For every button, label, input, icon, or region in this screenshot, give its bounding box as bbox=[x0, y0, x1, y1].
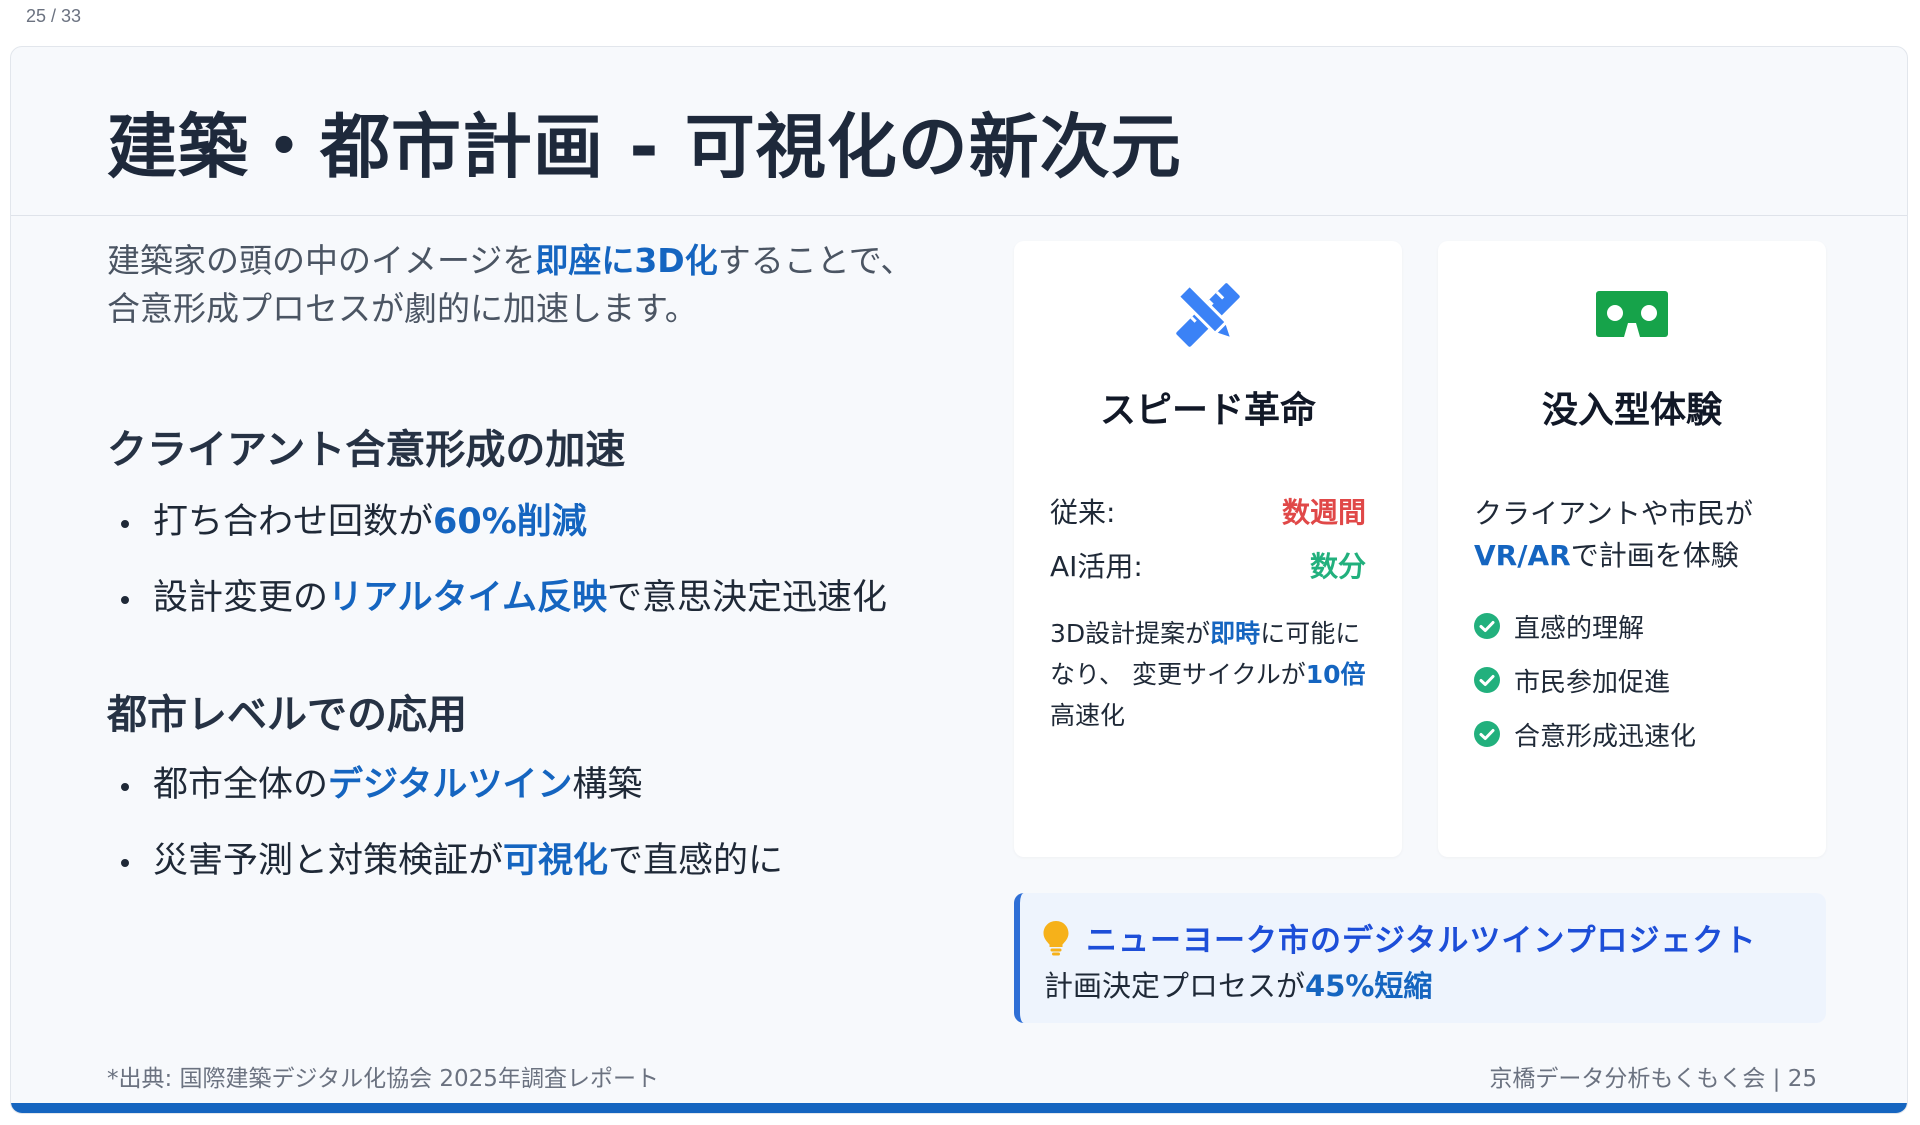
card-speed-desc: 3D設計提案が即時に可能になり、 変更サイクルが10倍高速化 bbox=[1050, 613, 1366, 736]
check-label: 合意形成迅速化 bbox=[1514, 721, 1697, 752]
callout-box: ニューヨーク市のデジタルツインプロジェクト 計画決定プロセスが45%短縮 bbox=[1014, 893, 1826, 1023]
bullet-item: 打ち合わせ回数が60%削減 bbox=[107, 499, 927, 575]
check-label: 市民参加促進 bbox=[1514, 667, 1671, 698]
kv-row-conventional: 従来: 数週間 bbox=[1050, 493, 1366, 533]
check-circle-icon bbox=[1474, 667, 1500, 693]
kv-label: AI活用: bbox=[1050, 550, 1143, 583]
callout-body: 計画決定プロセスが45%短縮 bbox=[1044, 963, 1432, 1005]
bullet-before: 打ち合わせ回数が bbox=[153, 502, 434, 542]
footer-source: *出典: 国際建築デジタル化協会 2025年調査レポート bbox=[107, 1066, 659, 1092]
pencil-ruler-icon bbox=[1176, 283, 1240, 347]
text-highlight: VR/AR bbox=[1474, 539, 1571, 572]
card-immersive-text: クライアントや市民が VR/ARで計画を体験 bbox=[1474, 493, 1796, 577]
bullet-highlight: 60%削減 bbox=[433, 502, 587, 542]
check-circle-icon bbox=[1474, 721, 1500, 747]
text-part: で計画を体験 bbox=[1570, 539, 1739, 572]
bullet-highlight: デジタルツイン bbox=[328, 765, 573, 805]
intro-highlight: 即座に3D化 bbox=[535, 241, 718, 280]
check-item: 市民参加促進 bbox=[1474, 653, 1696, 707]
slide-header: 建築・都市計画 - 可視化の新次元 bbox=[11, 47, 1907, 216]
kv-value: 数週間 bbox=[1281, 496, 1366, 529]
bullet-before: 災害予測と対策検証が bbox=[153, 841, 504, 881]
bullet-item: 設計変更のリアルタイム反映で意思決定迅速化 bbox=[107, 575, 927, 651]
lightbulb-icon bbox=[1043, 920, 1069, 955]
slide-title: 建築・都市計画 - 可視化の新次元 bbox=[107, 106, 1182, 188]
bullet-list-client: 打ち合わせ回数が60%削減 設計変更のリアルタイム反映で意思決定迅速化 bbox=[107, 499, 927, 651]
bullet-highlight: リアルタイム反映 bbox=[328, 578, 607, 618]
card-speed: スピード革命 従来: 数週間 AI活用: 数分 3D設計提案が即時に可能になり、… bbox=[1014, 241, 1402, 857]
page-counter: 25 / 33 bbox=[26, 6, 82, 26]
kv-row-ai: AI活用: 数分 bbox=[1050, 547, 1366, 587]
bullet-highlight: 可視化 bbox=[503, 841, 609, 881]
vr-goggles-icon bbox=[1596, 291, 1668, 337]
bullet-item: 災害予測と対策検証が可視化で直感的に bbox=[107, 838, 927, 914]
bullet-before: 都市全体の bbox=[153, 765, 329, 805]
callout-body-highlight: 45%短縮 bbox=[1305, 969, 1433, 1003]
bullet-after: 構築 bbox=[572, 765, 643, 805]
intro-text: 建築家の頭の中のイメージを即座に3D化することで、合意形成プロセスが劇的に加速し… bbox=[107, 237, 927, 333]
check-item: 直感的理解 bbox=[1474, 599, 1696, 653]
callout-body-text: 計画決定プロセスが bbox=[1044, 969, 1306, 1003]
desc-text: 高速化 bbox=[1050, 701, 1126, 730]
bullet-item: 都市全体のデジタルツイン構築 bbox=[107, 762, 927, 838]
bullet-after: で直感的に bbox=[608, 841, 784, 881]
callout-title: ニューヨーク市のデジタルツインプロジェクト bbox=[1086, 923, 1757, 959]
slide: 建築・都市計画 - 可視化の新次元 建築家の頭の中のイメージを即座に3D化するこ… bbox=[10, 46, 1908, 1114]
desc-highlight: 10倍 bbox=[1305, 660, 1366, 689]
desc-text: 3D設計提案が bbox=[1050, 619, 1211, 648]
check-label: 直感的理解 bbox=[1514, 613, 1645, 644]
bullet-before: 設計変更の bbox=[153, 578, 329, 618]
check-circle-icon bbox=[1474, 613, 1500, 639]
text-part: クライアントや市民が bbox=[1474, 497, 1753, 530]
section-title-client: クライアント合意形成の加速 bbox=[107, 427, 626, 473]
kv-label: 従来: bbox=[1050, 496, 1116, 529]
kv-value: 数分 bbox=[1309, 550, 1366, 583]
card-immersive-title: 没入型体験 bbox=[1541, 390, 1722, 431]
bullet-after: で意思決定迅速化 bbox=[606, 578, 887, 618]
section-title-city: 都市レベルでの応用 bbox=[107, 692, 467, 738]
card-speed-title: スピード革命 bbox=[1099, 390, 1316, 431]
intro-before: 建築家の頭の中のイメージを bbox=[107, 241, 536, 280]
left-column: 建築家の頭の中のイメージを即座に3D化することで、合意形成プロセスが劇的に加速し… bbox=[107, 237, 927, 881]
card-immersive: 没入型体験 クライアントや市民が VR/ARで計画を体験 直感的理解 市民参加促進… bbox=[1438, 241, 1826, 857]
check-list: 直感的理解 市民参加促進 合意形成迅速化 bbox=[1474, 599, 1696, 761]
bullet-list-city: 都市全体のデジタルツイン構築 災害予測と対策検証が可視化で直感的に bbox=[107, 762, 927, 914]
bottom-accent-bar bbox=[11, 1103, 1907, 1113]
footer-page-label: 京橋データ分析もくもく会 | 25 bbox=[1489, 1066, 1817, 1092]
desc-highlight: 即時 bbox=[1210, 619, 1261, 648]
check-item: 合意形成迅速化 bbox=[1474, 707, 1696, 761]
callout-head: ニューヨーク市のデジタルツインプロジェクト bbox=[1042, 915, 1756, 960]
